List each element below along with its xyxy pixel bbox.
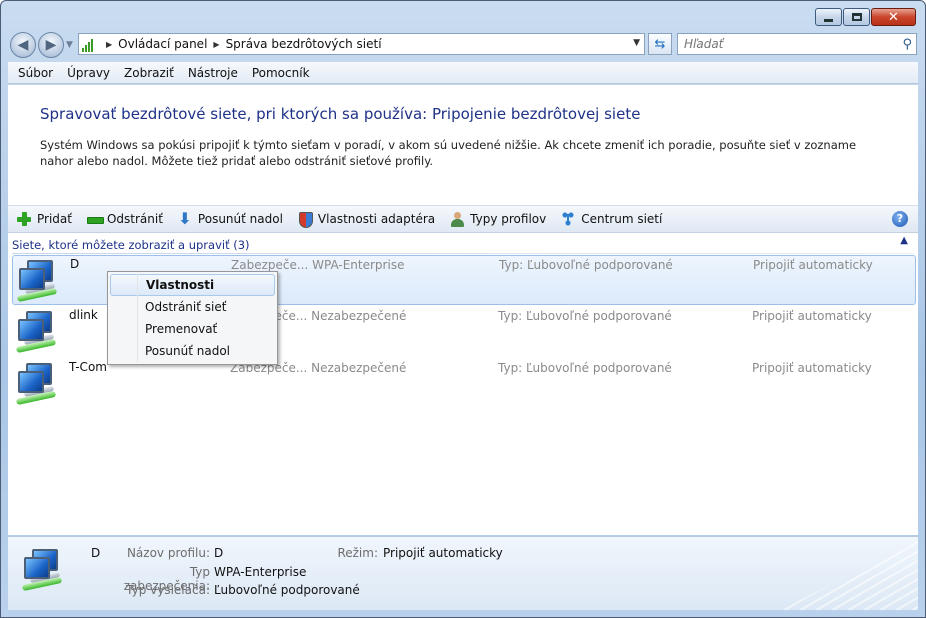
radio-type-label: Typ vysielača: bbox=[126, 583, 210, 597]
breadcrumb-wireless-networks[interactable]: Správa bezdrôtových sietí bbox=[226, 37, 382, 51]
profile-name-label: Názov profilu: bbox=[126, 546, 210, 560]
search-icon[interactable]: ⚲ bbox=[902, 37, 912, 52]
network-type: Typ: Ľubovoľné podporované bbox=[499, 258, 673, 272]
menu-file[interactable]: Súbor bbox=[18, 66, 53, 80]
back-arrow-icon: ◀ bbox=[17, 37, 29, 53]
add-label: Pridať bbox=[37, 212, 72, 226]
context-menu: Vlastnosti Odstrániť sieť Premenovať Pos… bbox=[107, 271, 278, 365]
remove-label: Odstrániť bbox=[106, 212, 163, 226]
group-divider bbox=[12, 253, 914, 254]
menu-help[interactable]: Pomocník bbox=[252, 66, 310, 80]
down-arrow-icon: ⬇ bbox=[178, 209, 192, 228]
help-icon[interactable]: ? bbox=[892, 211, 908, 227]
network-mode: Pripojiť automaticky bbox=[752, 309, 872, 323]
mode-value: Pripojiť automaticky bbox=[383, 546, 503, 560]
network-name: T-Com bbox=[69, 360, 107, 374]
radio-type-value: Ľubovoľné podporované bbox=[214, 583, 360, 597]
wireless-signal-icon bbox=[82, 36, 100, 52]
back-button[interactable]: ◀ bbox=[10, 32, 36, 58]
refresh-button[interactable]: ⇆ bbox=[648, 33, 672, 55]
context-move-down[interactable]: Posunúť nadol bbox=[110, 340, 275, 362]
search-box: ⚲ bbox=[677, 33, 917, 55]
security-type-value: WPA-Enterprise bbox=[214, 565, 307, 579]
network-computers-icon bbox=[15, 258, 63, 303]
group-header[interactable]: Siete, ktoré môžete zobraziť a upraviť (… bbox=[8, 235, 918, 255]
move-down-button[interactable]: ⬇ Posunúť nadol bbox=[177, 211, 283, 227]
move-down-label: Posunúť nadol bbox=[197, 212, 283, 226]
address-dropdown-icon[interactable]: ▼ bbox=[633, 38, 640, 48]
address-bar[interactable]: ▶ Ovládací panel ▶ Správa bezdrôtových s… bbox=[78, 33, 645, 55]
network-type: Typ: Ľubovoľné podporované bbox=[498, 361, 672, 375]
maximize-button[interactable] bbox=[843, 8, 870, 26]
recent-pages-dropdown[interactable]: ▼ bbox=[66, 40, 73, 50]
remove-icon bbox=[86, 211, 104, 227]
search-input[interactable] bbox=[684, 37, 874, 51]
network-center-label: Centrum sietí bbox=[581, 212, 663, 226]
add-button[interactable]: Pridať bbox=[16, 211, 72, 227]
mode-label: Režim: bbox=[337, 546, 378, 560]
user-icon bbox=[449, 211, 465, 227]
network-icon bbox=[560, 211, 576, 227]
remove-button[interactable]: Odstrániť bbox=[86, 211, 163, 227]
breadcrumb-separator-icon[interactable]: ▶ bbox=[106, 40, 112, 49]
context-properties[interactable]: Vlastnosti bbox=[110, 274, 275, 296]
refresh-icon: ⇆ bbox=[654, 36, 666, 52]
network-row[interactable]: T-Com Zabezpeče... Nezabezpečené Typ: Ľu… bbox=[12, 359, 916, 409]
close-button[interactable]: ✕ bbox=[871, 8, 916, 26]
page-description: Systém Windows sa pokúsi pripojiť k týmt… bbox=[40, 138, 857, 168]
forward-button[interactable]: ▶ bbox=[38, 32, 64, 58]
page-title: Spravovať bezdrôtové siete, pri ktorých … bbox=[40, 105, 641, 123]
menu-tools[interactable]: Nástroje bbox=[188, 66, 238, 80]
network-mode: Pripojiť automaticky bbox=[752, 361, 872, 375]
details-network-name: D bbox=[91, 546, 101, 560]
details-pane: D Názov profilu: D Typ zabezpečenia: WPA… bbox=[8, 536, 918, 610]
network-name: dlink bbox=[69, 308, 98, 322]
context-menu-gutter bbox=[137, 274, 138, 362]
context-rename[interactable]: Premenovať bbox=[110, 318, 275, 340]
menu-bar: Súbor Úpravy Zobraziť Nástroje Pomocník bbox=[8, 62, 918, 84]
add-icon bbox=[16, 211, 32, 227]
menu-edit[interactable]: Úpravy bbox=[67, 66, 110, 80]
network-name: D bbox=[70, 257, 80, 271]
minimize-button[interactable] bbox=[815, 8, 842, 26]
command-bar: Pridať Odstrániť ⬇ Posunúť nadol Vlastnos… bbox=[8, 205, 918, 233]
adapter-properties-button[interactable]: Vlastnosti adaptéra bbox=[297, 211, 436, 228]
network-center-button[interactable]: Centrum sietí bbox=[560, 211, 662, 227]
window-controls: ✕ bbox=[815, 8, 916, 26]
maximize-icon bbox=[851, 13, 862, 21]
breadcrumb-separator-icon[interactable]: ▶ bbox=[213, 40, 219, 49]
decorative-swoosh bbox=[778, 541, 918, 610]
profile-types-label: Typy profilov bbox=[470, 212, 547, 226]
network-mode: Pripojiť automaticky bbox=[753, 258, 873, 272]
menu-view[interactable]: Zobraziť bbox=[124, 66, 174, 80]
network-type: Typ: Ľubovoľné podporované bbox=[498, 309, 672, 323]
network-computers-icon bbox=[14, 361, 62, 406]
network-computers-icon bbox=[20, 547, 68, 592]
network-computers-icon bbox=[14, 309, 62, 354]
breadcrumb-control-panel[interactable]: Ovládací panel bbox=[118, 37, 207, 51]
collapse-chevron-icon[interactable]: ▲ bbox=[900, 235, 908, 246]
shield-icon bbox=[297, 211, 313, 228]
minimize-icon bbox=[824, 18, 833, 22]
context-remove-network[interactable]: Odstrániť sieť bbox=[110, 296, 275, 318]
adapter-properties-label: Vlastnosti adaptéra bbox=[317, 212, 436, 226]
profile-types-button[interactable]: Typy profilov bbox=[449, 211, 546, 227]
forward-arrow-icon: ▶ bbox=[45, 37, 57, 53]
close-icon: ✕ bbox=[888, 9, 899, 25]
network-security: Zabezpeče... WPA-Enterprise bbox=[231, 258, 405, 272]
profile-name-value: D bbox=[214, 546, 224, 560]
